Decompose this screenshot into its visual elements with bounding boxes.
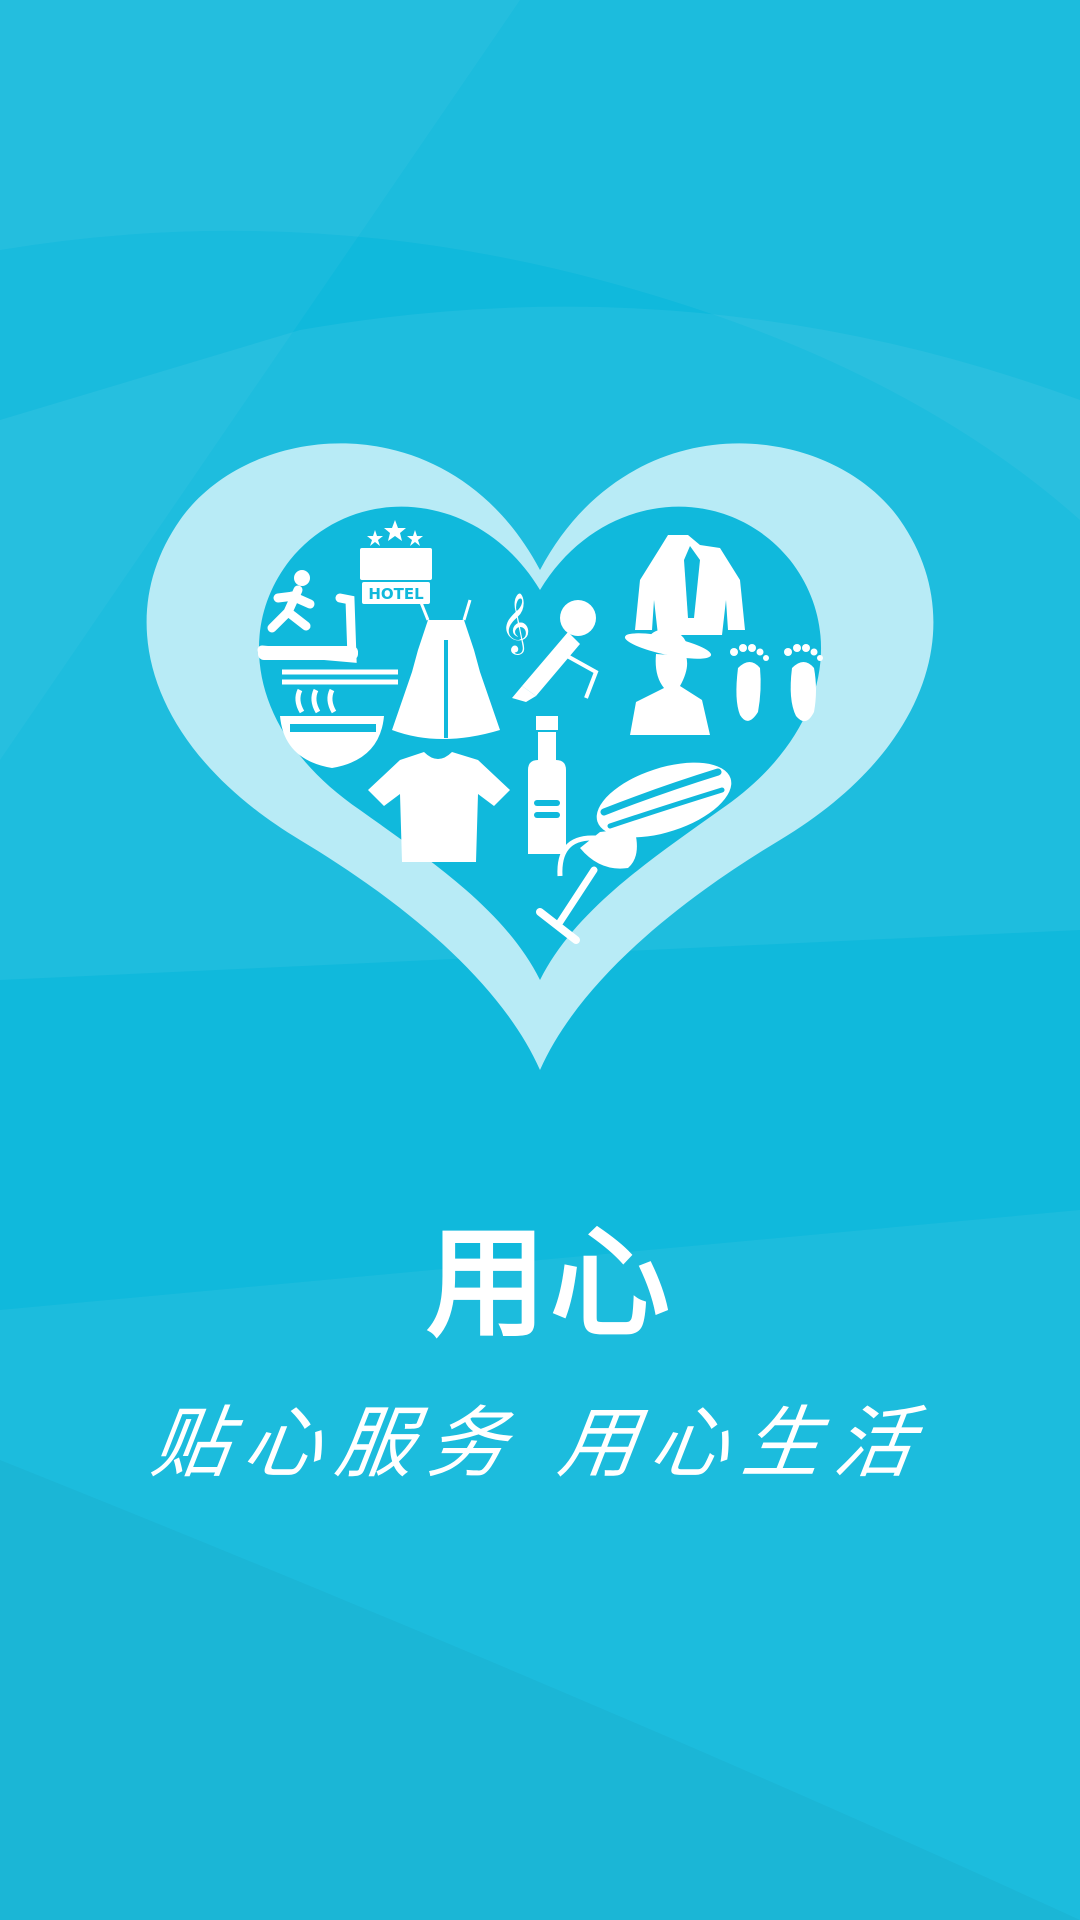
treble-clef-icon: 𝄞	[500, 593, 531, 655]
slogan: 贴心服务 用心生活	[146, 1399, 934, 1489]
heart-logo: HOTEL 𝄞	[146, 443, 934, 1071]
hotel-sign-text: HOTEL	[368, 585, 424, 603]
splash-screen: HOTEL 𝄞 用心 贴心服务 用心生活	[0, 0, 1080, 1920]
app-name: 用心	[426, 1215, 674, 1354]
